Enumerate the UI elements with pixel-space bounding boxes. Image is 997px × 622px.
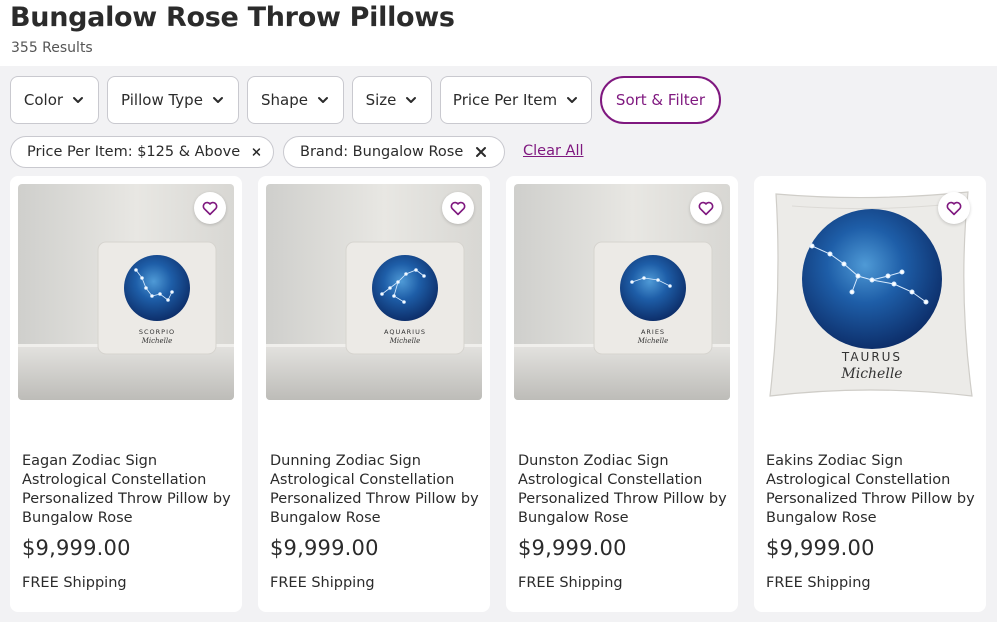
shipping-info: FREE Shipping [766, 575, 871, 591]
filter-price-per-item-button[interactable]: Price Per Item [440, 76, 592, 124]
product-card[interactable]: SCORPIO Michelle Eagan Zodiac Sign Astro… [10, 176, 242, 612]
result-count: 355 Results [11, 40, 93, 56]
product-price: $9,999.00 [518, 536, 627, 560]
filter-label: Size [365, 91, 397, 109]
filter-color-button[interactable]: Color [10, 76, 99, 124]
pillow-name-text: Michelle [141, 337, 173, 345]
product-card[interactable]: ARIES Michelle Dunston Zodiac Sign Astro… [506, 176, 738, 612]
chevron-down-icon [317, 97, 328, 103]
product-listing: Color Pillow Type Shape Size Price Per I… [0, 66, 997, 622]
product-name[interactable]: Dunning Zodiac Sign Astrological Constel… [270, 452, 482, 528]
pillow-name-text: Michelle [389, 337, 421, 345]
pillow-sign-text: TAURUS [841, 350, 902, 364]
shipping-info: FREE Shipping [270, 575, 375, 591]
product-image[interactable]: ARIES Michelle [514, 184, 730, 400]
applied-filter-chip-brand[interactable]: Brand: Bungalow Rose [283, 136, 505, 168]
chevron-down-icon [406, 97, 417, 103]
filter-label: Price Per Item [452, 91, 558, 109]
close-icon[interactable] [252, 146, 261, 158]
favorite-button[interactable] [194, 192, 226, 224]
pillow-sign-text: AQUARIUS [384, 328, 426, 336]
favorite-button[interactable] [690, 192, 722, 224]
favorite-button[interactable] [442, 192, 474, 224]
product-price: $9,999.00 [766, 536, 875, 560]
filter-pillow-type-button[interactable]: Pillow Type [107, 76, 239, 124]
heart-icon [946, 201, 962, 216]
chevron-down-icon [73, 97, 84, 103]
product-name[interactable]: Dunston Zodiac Sign Astrological Constel… [518, 452, 730, 528]
chip-label: Price Per Item: $125 & Above [27, 144, 241, 160]
filter-label: Color [23, 91, 64, 109]
product-card[interactable]: TAURUS Michelle Eakins Zodiac Sign Astro… [754, 176, 986, 612]
chevron-down-icon [567, 97, 578, 103]
page-title: Bungalow Rose Throw Pillows [10, 2, 455, 33]
pillow-name-text: Michelle [637, 337, 669, 345]
chip-label: Brand: Bungalow Rose [300, 144, 464, 160]
product-name[interactable]: Eagan Zodiac Sign Astrological Constella… [22, 452, 234, 528]
shipping-info: FREE Shipping [518, 575, 623, 591]
clear-all-link[interactable]: Clear All [523, 143, 584, 159]
product-image[interactable]: AQUARIUS Michelle [266, 184, 482, 400]
close-icon[interactable] [475, 146, 487, 158]
pillow-sign-text: ARIES [641, 328, 665, 336]
applied-filter-chip-price[interactable]: Price Per Item: $125 & Above [10, 136, 274, 168]
heart-icon [698, 201, 714, 216]
product-price: $9,999.00 [270, 536, 379, 560]
product-price: $9,999.00 [22, 536, 131, 560]
product-card[interactable]: AQUARIUS Michelle Dunning Zodiac Sign As… [258, 176, 490, 612]
shipping-info: FREE Shipping [22, 575, 127, 591]
filter-label: Pillow Type [121, 91, 203, 109]
filter-label: Shape [261, 91, 308, 109]
product-image[interactable]: SCORPIO Michelle [18, 184, 234, 400]
product-name[interactable]: Eakins Zodiac Sign Astrological Constell… [766, 452, 978, 528]
favorite-button[interactable] [938, 192, 970, 224]
page-header: Bungalow Rose Throw Pillows 355 Results [0, 0, 997, 66]
pillow-name-text: Michelle [840, 366, 902, 382]
filter-size-button[interactable]: Size [352, 76, 432, 124]
chevron-down-icon [212, 97, 223, 103]
sort-filter-button[interactable]: Sort & Filter [600, 76, 721, 124]
filter-shape-button[interactable]: Shape [247, 76, 344, 124]
heart-icon [202, 201, 218, 216]
product-image[interactable]: TAURUS Michelle [762, 184, 978, 400]
pillow-sign-text: SCORPIO [139, 328, 175, 336]
heart-icon [450, 201, 466, 216]
